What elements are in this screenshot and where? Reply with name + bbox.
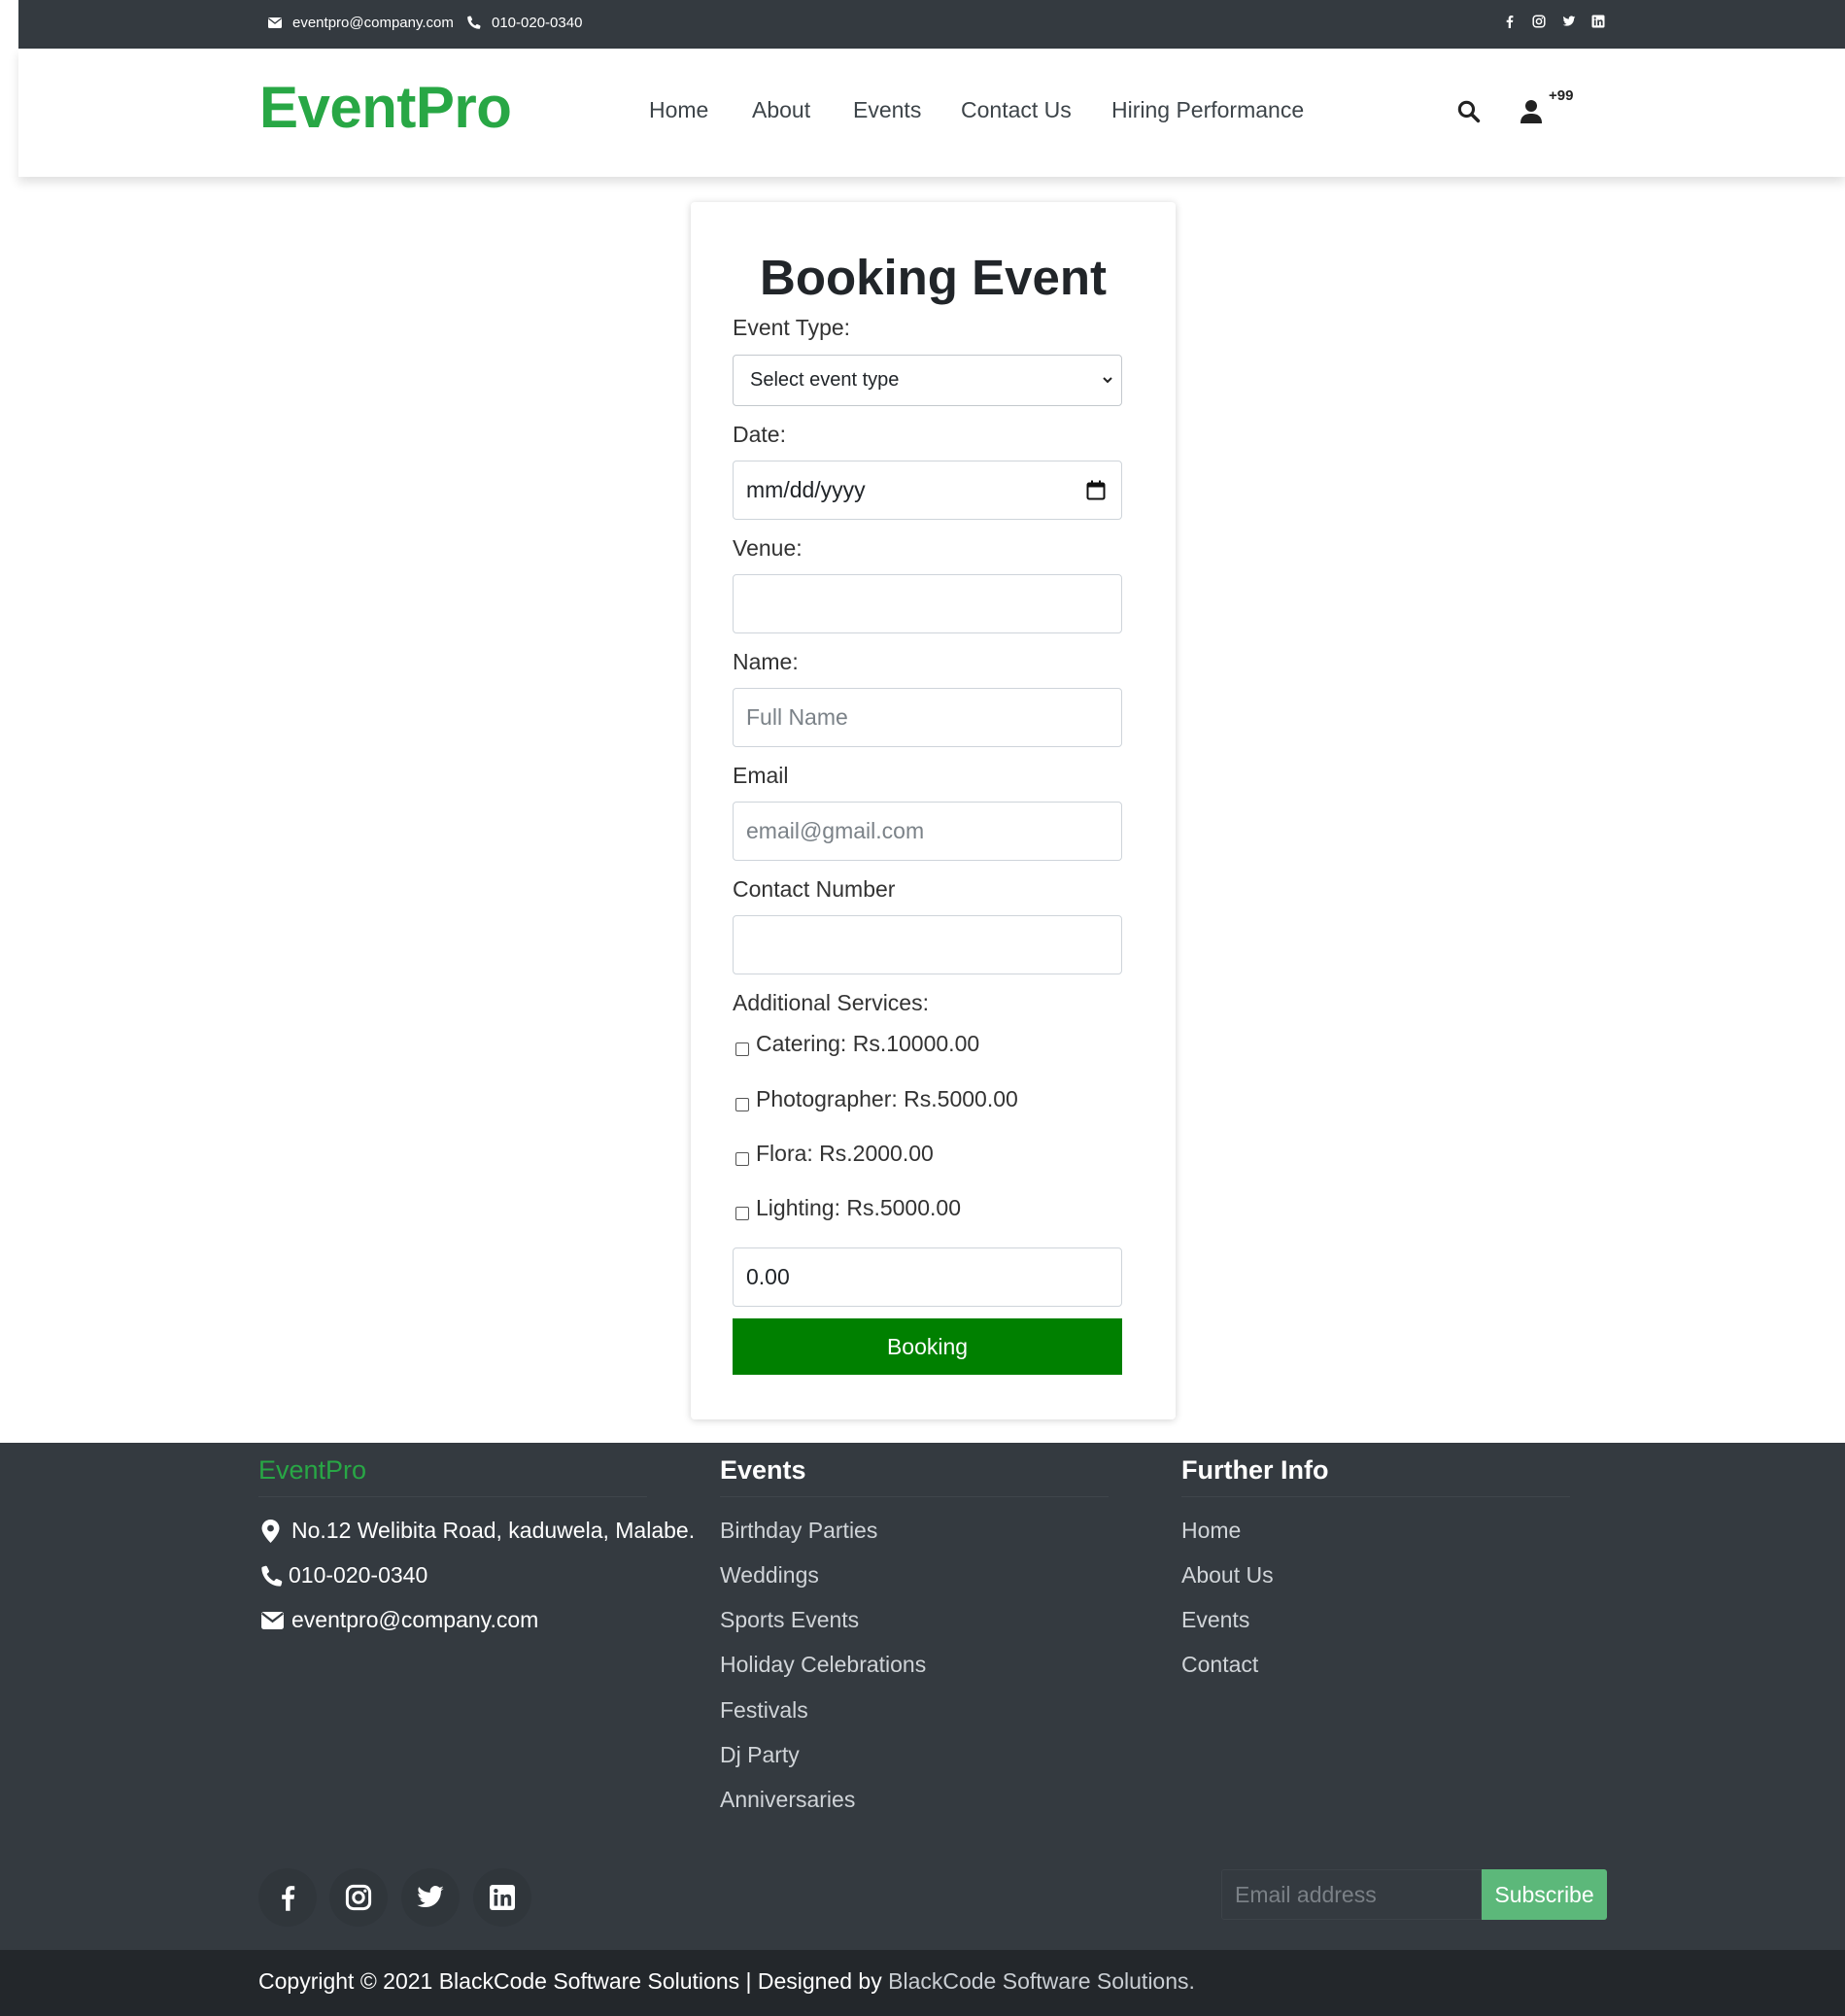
email-label: Email xyxy=(733,763,789,788)
designer-link[interactable]: BlackCode Software Solutions. xyxy=(888,1968,1195,1994)
copyright-bar: Copyright © 2021 BlackCode Software Solu… xyxy=(0,1950,1845,2016)
date-value: mm/dd/yyyy xyxy=(746,477,866,502)
email-placeholder: email@gmail.com xyxy=(746,818,925,843)
name-input[interactable]: Full Name xyxy=(733,688,1122,747)
site-header: EventPro Home About Events Contact Us Hi… xyxy=(18,49,1845,177)
envelope-icon xyxy=(268,17,282,28)
flora-label: Flora: Rs.2000.00 xyxy=(756,1141,934,1166)
total-amount-value: 0.00 xyxy=(746,1264,790,1289)
nav-about[interactable]: About xyxy=(752,97,810,123)
booking-form-card: Booking Event Event Type: Select event t… xyxy=(691,202,1176,1419)
topbar-email[interactable]: eventpro@company.com xyxy=(268,0,454,45)
instagram-icon[interactable] xyxy=(1532,15,1546,28)
linkedin-icon[interactable] xyxy=(1591,15,1605,28)
flora-checkbox[interactable] xyxy=(735,1152,749,1166)
footer-events-heading: Events xyxy=(720,1455,806,1485)
cart-badge: +99 xyxy=(1549,87,1574,104)
footer-twitter-icon[interactable] xyxy=(401,1868,460,1927)
footer-divider xyxy=(258,1496,647,1497)
date-label: Date: xyxy=(733,422,786,447)
nav-home[interactable]: Home xyxy=(649,97,708,123)
footer-link-weddings[interactable]: Weddings xyxy=(720,1562,819,1589)
twitter-icon[interactable] xyxy=(1562,15,1576,28)
photographer-label: Photographer: Rs.5000.00 xyxy=(756,1086,1018,1111)
contact-number-input[interactable] xyxy=(733,915,1122,974)
name-label: Name: xyxy=(733,649,799,674)
topbar-email-text: eventpro@company.com xyxy=(292,14,454,31)
footer-phone[interactable]: 010-020-0340 xyxy=(261,1562,427,1589)
photographer-checkbox[interactable] xyxy=(735,1098,749,1111)
footer-address: No.12 Welibita Road, kaduwela, Malabe. xyxy=(261,1518,695,1544)
search-icon[interactable] xyxy=(1456,99,1481,123)
phone-icon xyxy=(261,1565,283,1587)
footer-link-birthday-parties[interactable]: Birthday Parties xyxy=(720,1518,877,1544)
envelope-icon xyxy=(261,1611,284,1629)
user-icon[interactable] xyxy=(1520,99,1542,124)
event-type-value: Select event type xyxy=(750,369,900,391)
footer-email-text: eventpro@company.com xyxy=(291,1607,539,1632)
footer-linkedin-icon[interactable] xyxy=(473,1868,531,1927)
nav-events[interactable]: Events xyxy=(853,97,921,123)
footer-link-events[interactable]: Events xyxy=(1181,1607,1249,1633)
venue-label: Venue: xyxy=(733,535,803,561)
footer-link-holiday-celebrations[interactable]: Holiday Celebrations xyxy=(720,1652,926,1678)
footer-divider xyxy=(720,1496,1109,1497)
footer-link-contact[interactable]: Contact xyxy=(1181,1652,1258,1678)
top-bar: eventpro@company.com 010-020-0340 xyxy=(18,0,1845,49)
contact-number-label: Contact Number xyxy=(733,876,896,902)
additional-services-label: Additional Services: xyxy=(733,990,929,1015)
footer-link-anniversaries[interactable]: Anniversaries xyxy=(720,1787,855,1813)
nav-hiring-performance[interactable]: Hiring Performance xyxy=(1111,97,1304,123)
catering-checkbox[interactable] xyxy=(735,1042,749,1056)
newsletter-email-placeholder: Email address xyxy=(1235,1881,1377,1907)
total-amount-field[interactable]: 0.00 xyxy=(733,1247,1122,1307)
topbar-phone[interactable]: 010-020-0340 xyxy=(467,0,582,45)
topbar-phone-text: 010-020-0340 xyxy=(492,14,583,31)
copyright-text: Copyright © 2021 BlackCode Software Solu… xyxy=(258,1968,1195,1995)
footer-address-text: No.12 Welibita Road, kaduwela, Malabe. xyxy=(291,1518,696,1543)
copyright-main: Copyright © 2021 BlackCode Software Solu… xyxy=(258,1968,889,1994)
footer-brand[interactable]: EventPro xyxy=(258,1455,366,1486)
map-pin-icon xyxy=(261,1519,280,1543)
name-placeholder: Full Name xyxy=(746,704,848,730)
newsletter-email-input[interactable]: Email address xyxy=(1221,1869,1482,1920)
footer-info-heading: Further Info xyxy=(1181,1455,1329,1485)
footer-instagram-icon[interactable] xyxy=(329,1868,388,1927)
lighting-checkbox[interactable] xyxy=(735,1207,749,1220)
calendar-icon[interactable] xyxy=(1086,480,1106,500)
lighting-label: Lighting: Rs.5000.00 xyxy=(756,1195,961,1220)
footer-link-about-us[interactable]: About Us xyxy=(1181,1562,1274,1589)
footer-link-home[interactable]: Home xyxy=(1181,1518,1241,1544)
footer-email[interactable]: eventpro@company.com xyxy=(261,1607,538,1633)
form-title: Booking Event xyxy=(759,250,1108,305)
facebook-icon[interactable] xyxy=(1503,15,1517,28)
footer-link-festivals[interactable]: Festivals xyxy=(720,1697,808,1724)
site-logo[interactable]: EventPro xyxy=(259,74,512,141)
event-type-select[interactable]: Select event type xyxy=(733,355,1122,406)
event-type-label: Event Type: xyxy=(733,315,851,340)
nav-contact-us[interactable]: Contact Us xyxy=(961,97,1072,123)
venue-input[interactable] xyxy=(733,574,1122,633)
email-input[interactable]: email@gmail.com xyxy=(733,802,1122,861)
footer-link-sports-events[interactable]: Sports Events xyxy=(720,1607,859,1633)
catering-label: Catering: Rs.10000.00 xyxy=(756,1031,980,1056)
date-input[interactable]: mm/dd/yyyy xyxy=(733,461,1122,520)
footer-link-dj-party[interactable]: Dj Party xyxy=(720,1742,800,1768)
footer-divider xyxy=(1181,1496,1570,1497)
phone-icon xyxy=(467,16,481,29)
booking-button[interactable]: Booking xyxy=(733,1318,1122,1375)
subscribe-button[interactable]: Subscribe xyxy=(1482,1869,1607,1920)
footer-facebook-icon[interactable] xyxy=(258,1868,317,1927)
chevron-down-icon xyxy=(1102,374,1113,386)
footer-phone-text: 010-020-0340 xyxy=(289,1562,428,1588)
site-footer: EventPro No.12 Welibita Road, kaduwela, … xyxy=(0,1443,1845,1950)
